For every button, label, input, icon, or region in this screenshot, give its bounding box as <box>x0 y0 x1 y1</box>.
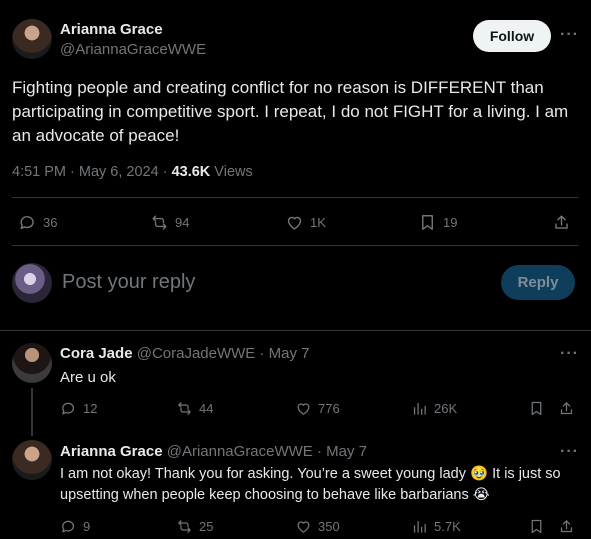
tweet-time[interactable]: 4:51 PM · May 6, 2024 · <box>12 164 172 180</box>
bookmark-count: 19 <box>443 215 458 230</box>
reply-like-action[interactable]: 350 <box>295 518 340 535</box>
repost-icon <box>152 215 167 230</box>
reply-text: Are u ok <box>60 369 116 386</box>
reply-bookmark-action[interactable] <box>528 518 545 535</box>
divider <box>0 330 591 331</box>
repost-action[interactable]: 94 <box>150 213 189 232</box>
reply-author-name[interactable]: Arianna Grace <box>60 443 163 460</box>
like-count: 1K <box>310 215 326 230</box>
repost-count: 94 <box>175 215 190 230</box>
follow-button[interactable]: Follow <box>473 20 551 52</box>
reply-bookmark-action[interactable] <box>528 400 545 417</box>
reply-button[interactable]: Reply <box>501 265 575 300</box>
reply-count: 36 <box>43 215 58 230</box>
share-icon <box>560 520 573 533</box>
reply-date[interactable]: · May 7 <box>255 345 309 362</box>
reply-avatar[interactable] <box>12 343 52 383</box>
tweet-meta: 4:51 PM · May 6, 2024 · 43.6K Views <box>12 164 253 180</box>
reply-action[interactable]: 36 <box>18 213 57 232</box>
like-count: 776 <box>318 401 340 416</box>
like-action[interactable]: 1K <box>285 213 326 232</box>
repost-count: 25 <box>199 519 214 534</box>
reply-repost-action[interactable]: 25 <box>176 518 213 535</box>
bookmark-icon <box>531 519 542 534</box>
reply-input[interactable]: Post your reply <box>62 271 195 294</box>
reply-header: Cora Jade @CoraJadeWWE · May 7 <box>60 345 310 362</box>
author-avatar[interactable] <box>12 19 52 59</box>
share-icon <box>560 402 573 415</box>
reply-views-action[interactable]: 5.7K <box>411 518 461 535</box>
reply-date[interactable]: · May 7 <box>313 443 367 460</box>
tweet-text: Fighting people and creating conflict fo… <box>12 78 569 145</box>
reply-count: 12 <box>83 401 98 416</box>
emoji-crying: 😭 <box>472 487 490 503</box>
views-count: 43.6K <box>171 164 211 180</box>
reply-icon <box>62 520 75 533</box>
reply-avatar[interactable] <box>12 440 52 480</box>
views-label: Views <box>210 164 253 180</box>
reply-text-part: I am not okay! Thank you for asking. You… <box>60 466 471 482</box>
views-icon <box>413 520 426 533</box>
reply-share-action[interactable] <box>558 518 575 535</box>
share-icon <box>555 215 568 229</box>
author-handle[interactable]: @AriannaGraceWWE <box>60 41 206 58</box>
reply-reply-action[interactable]: 12 <box>60 400 97 417</box>
views-count: 5.7K <box>434 519 461 534</box>
reply-more-icon[interactable]: ··· <box>560 443 579 461</box>
share-action[interactable] <box>552 213 571 232</box>
bookmark-action[interactable]: 19 <box>418 213 457 232</box>
reply-more-icon[interactable]: ··· <box>560 345 579 363</box>
user-avatar <box>12 263 52 303</box>
views-icon <box>413 402 426 415</box>
views-count: 26K <box>434 401 458 416</box>
more-options-icon[interactable]: ··· <box>560 26 579 44</box>
emoji-pleading: 🥹 <box>470 466 489 482</box>
heart-icon <box>287 216 302 230</box>
reply-icon <box>62 402 75 415</box>
thread-line <box>31 388 33 436</box>
reply-share-action[interactable] <box>558 400 575 417</box>
reply-views-action[interactable]: 26K <box>411 400 457 417</box>
reply-count: 9 <box>83 519 91 534</box>
reply-author-name[interactable]: Cora Jade <box>60 345 133 362</box>
divider <box>12 197 579 198</box>
reply-like-action[interactable]: 776 <box>295 400 340 417</box>
reply-author-handle[interactable]: @CoraJadeWWE <box>137 345 256 362</box>
like-count: 350 <box>318 519 340 534</box>
bookmark-icon <box>531 401 542 416</box>
heart-icon <box>297 521 310 533</box>
reply-icon <box>20 216 34 230</box>
reply-repost-action[interactable]: 44 <box>176 400 213 417</box>
repost-icon <box>178 520 191 533</box>
repost-icon <box>178 402 191 415</box>
author-name[interactable]: Arianna Grace <box>60 21 163 38</box>
reply-header: Arianna Grace @AriannaGraceWWE · May 7 <box>60 443 367 460</box>
heart-icon <box>297 403 310 415</box>
repost-count: 44 <box>199 401 214 416</box>
reply-text: I am not okay! Thank you for asking. You… <box>60 464 575 506</box>
reply-reply-action[interactable]: 9 <box>60 518 90 535</box>
bookmark-icon <box>422 215 433 230</box>
divider <box>12 245 579 246</box>
reply-author-handle[interactable]: @AriannaGraceWWE <box>167 443 313 460</box>
